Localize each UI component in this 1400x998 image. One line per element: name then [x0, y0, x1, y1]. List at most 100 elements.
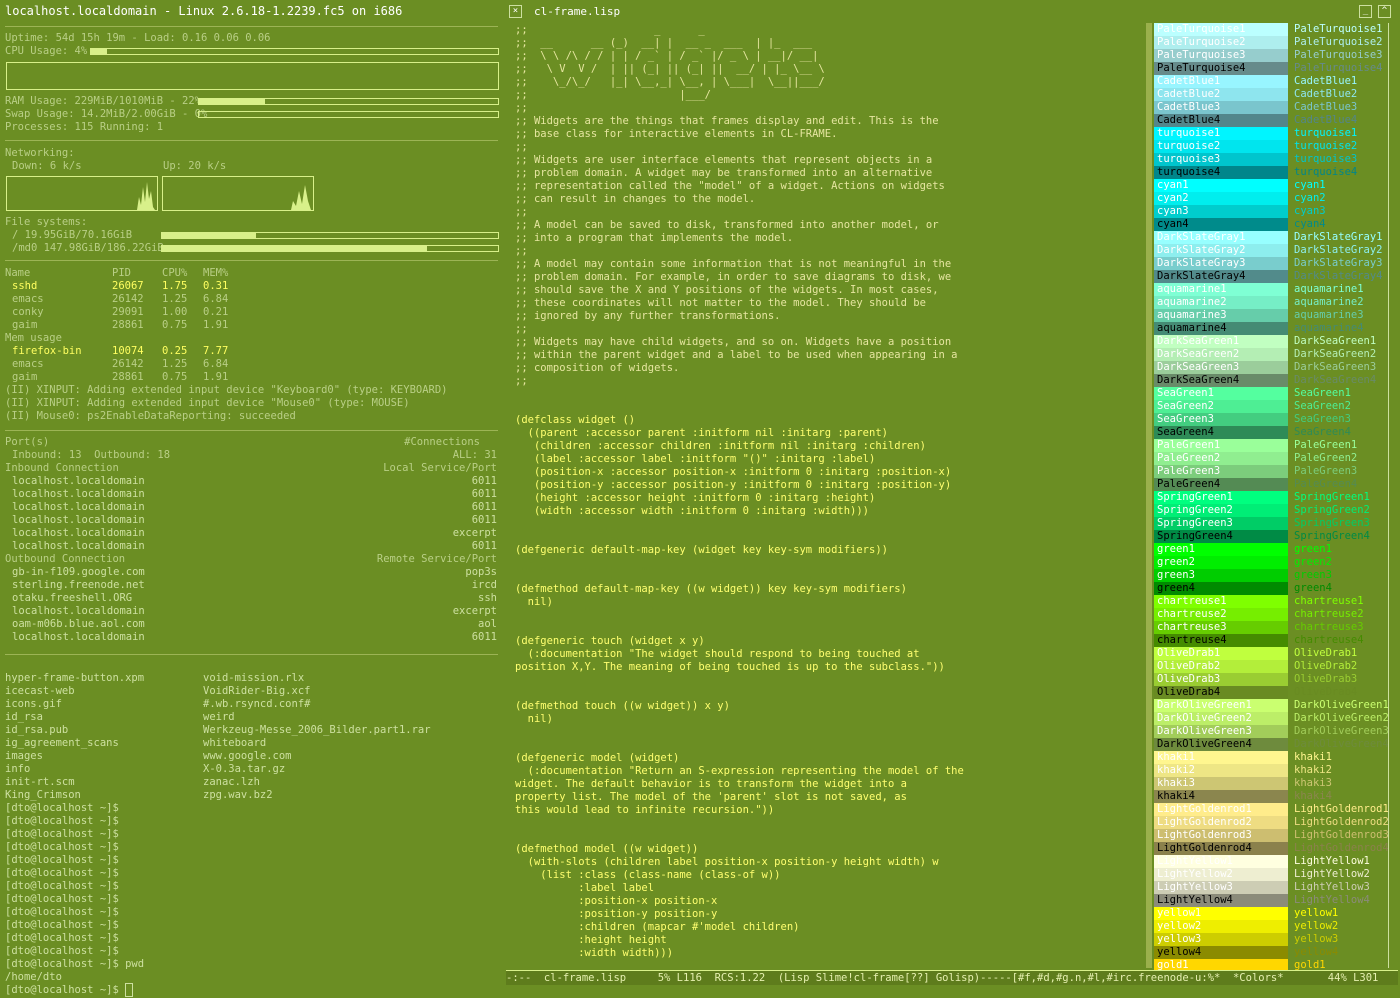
file-entry: id_rsa.pub	[5, 724, 69, 736]
color-name: cyan3	[1294, 205, 1326, 217]
outbound-port: excerpt	[452, 605, 497, 617]
color-name: cyan2	[1294, 192, 1326, 204]
proc-header-cell: MEM%	[203, 267, 229, 279]
color-swatch: LightGoldenrod1	[1154, 803, 1288, 816]
color-swatch: yellow1	[1154, 907, 1288, 920]
color-name: DarkSeaGreen3	[1294, 361, 1377, 373]
color-swatch: CadetBlue3	[1154, 101, 1288, 114]
color-name: LightYellow4	[1294, 894, 1370, 906]
color-name: SpringGreen2	[1294, 504, 1370, 516]
comment-line: ;;	[515, 206, 528, 218]
color-swatch: cyan4	[1154, 218, 1288, 231]
inbound-port: 6011	[471, 514, 497, 526]
code-line: (with-slots (children label position-x p…	[515, 856, 939, 868]
color-swatch: cyan2	[1154, 192, 1288, 205]
color-swatch: green1	[1154, 543, 1288, 556]
file-entry: images	[5, 750, 43, 762]
conky-panel: localhost.localdomain - Linux 2.6.18-1.2…	[0, 0, 502, 998]
color-name: SpringGreen3	[1294, 517, 1370, 529]
color-name: yellow4	[1294, 946, 1339, 958]
close-icon[interactable]: ×	[509, 5, 522, 18]
color-name: yellow1	[1294, 907, 1339, 919]
up-graph-svg	[291, 185, 311, 210]
color-name: chartreuse2	[1294, 608, 1364, 620]
color-name: SeaGreen1	[1294, 387, 1351, 399]
outbound-host: otaku.freeshell.ORG	[12, 592, 133, 604]
proc-cell: 0.31	[203, 280, 229, 292]
comment-line: ;; composition of widgets.	[515, 362, 680, 374]
color-swatch: DarkSlateGray2	[1154, 244, 1288, 257]
uptime-text: Uptime: 54d 15h 19m - Load: 0.16 0.06 0.…	[5, 32, 271, 44]
color-name: SpringGreen1	[1294, 491, 1370, 503]
proc-cell: 29091	[112, 306, 144, 318]
color-name: DarkSlateGray2	[1294, 244, 1383, 256]
comment-line: ;; Widgets are user interface elements t…	[515, 154, 933, 166]
color-swatch: SeaGreen2	[1154, 400, 1288, 413]
color-name: PaleGreen1	[1294, 439, 1358, 451]
color-swatch: DarkOliveGreen4	[1154, 738, 1288, 751]
comment-line: ;;	[515, 323, 528, 335]
inbound-port: 6011	[471, 488, 497, 500]
color-name: LightGoldenrod4	[1294, 842, 1389, 854]
color-name: green3	[1294, 569, 1332, 581]
proc-cell: 26142	[112, 293, 144, 305]
editor-scrollbar[interactable]	[1146, 23, 1152, 968]
color-swatch: yellow4	[1154, 946, 1288, 959]
color-name: chartreuse3	[1294, 621, 1364, 633]
divider	[5, 260, 498, 261]
color-swatch: DarkSeaGreen4	[1154, 374, 1288, 387]
proc-cell: 1.91	[203, 319, 229, 331]
outbound-host: sterling.freenode.net	[12, 579, 145, 591]
up-speed: Up: 20 k/s	[163, 160, 227, 172]
color-swatch: PaleTurquoise1	[1154, 23, 1288, 36]
inbound-port: 6011	[471, 475, 497, 487]
mem-cell: 1.91	[203, 371, 229, 383]
color-swatch: aquamarine4	[1154, 322, 1288, 335]
proc-cell: gaim	[12, 319, 38, 331]
color-name: khaki1	[1294, 751, 1332, 763]
comment-line: ;; problem domain. A widget may be trans…	[515, 167, 933, 179]
colors-scrollbar[interactable]	[1388, 23, 1397, 968]
divider	[5, 654, 498, 655]
minimize-icon[interactable]: _	[1359, 5, 1372, 18]
comment-line: ;; A model can be saved to disk, transfo…	[515, 219, 939, 231]
color-name: PaleGreen3	[1294, 465, 1358, 477]
color-name: CadetBlue1	[1294, 75, 1358, 87]
banner-line: ;; \_/\_/ |_| \__,_| \__, | \___| \__||_…	[515, 76, 825, 88]
color-swatch: green4	[1154, 582, 1288, 595]
outbound-host: gb-in-f109.google.com	[12, 566, 145, 578]
color-name: SpringGreen4	[1294, 530, 1370, 542]
mem-cell: 6.84	[203, 358, 229, 370]
color-name: green1	[1294, 543, 1332, 555]
maximize-icon[interactable]: ^	[1378, 5, 1391, 18]
color-name: khaki3	[1294, 777, 1332, 789]
color-name: chartreuse1	[1294, 595, 1364, 607]
file-entry: www.google.com	[203, 750, 292, 762]
file-entry: whiteboard	[203, 737, 267, 749]
mem-cell: firefox-bin	[12, 345, 82, 357]
prompt-line: [dto@localhost ~]$	[5, 854, 119, 866]
color-swatch: chartreuse2	[1154, 608, 1288, 621]
prompt-line: [dto@localhost ~]$	[5, 983, 134, 997]
color-swatch: khaki1	[1154, 751, 1288, 764]
code-line: this would lead to infinite recursion.")…	[515, 804, 775, 816]
color-swatch: LightGoldenrod2	[1154, 816, 1288, 829]
color-name: DarkSeaGreen1	[1294, 335, 1377, 347]
color-name: turquoise2	[1294, 140, 1358, 152]
color-swatch: cyan3	[1154, 205, 1288, 218]
color-name: DarkOliveGreen4	[1294, 738, 1389, 750]
up-graph	[162, 176, 314, 211]
color-name: CadetBlue2	[1294, 88, 1358, 100]
color-name: yellow2	[1294, 920, 1339, 932]
proc-header-cell: Name	[5, 267, 31, 279]
networking-label: Networking:	[5, 147, 75, 159]
cpu-bar	[90, 48, 499, 55]
color-swatch: PaleGreen3	[1154, 465, 1288, 478]
color-swatch: CadetBlue4	[1154, 114, 1288, 127]
color-swatch: aquamarine3	[1154, 309, 1288, 322]
color-name: PaleTurquoise2	[1294, 36, 1383, 48]
code-line: :label label	[515, 882, 655, 894]
outbound-port: aol	[478, 618, 497, 630]
color-swatch: turquoise2	[1154, 140, 1288, 153]
file-entry: X-0.3a.tar.gz	[203, 763, 286, 775]
